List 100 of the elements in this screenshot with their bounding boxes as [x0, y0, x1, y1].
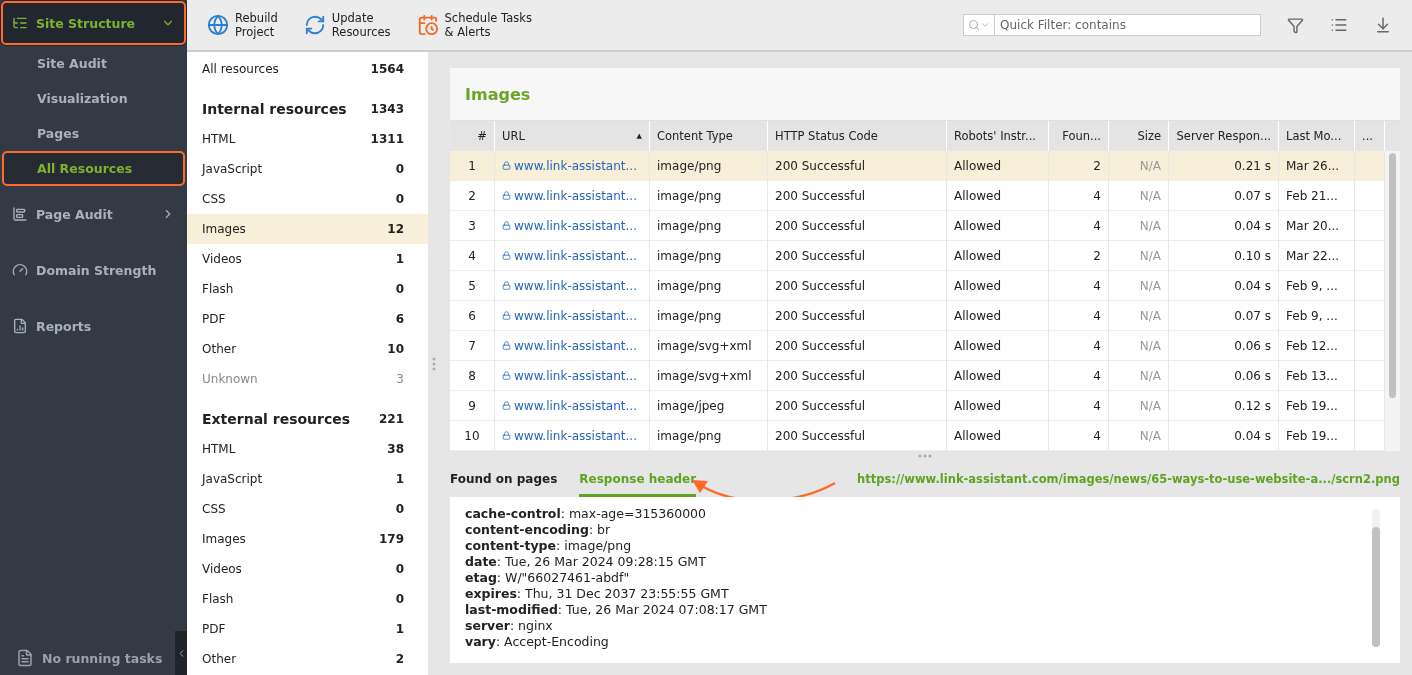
table-cell: Allowed — [947, 181, 1049, 211]
table-cell: Allowed — [947, 361, 1049, 391]
sidebar-item[interactable]: Domain Strength — [0, 242, 187, 298]
column-header[interactable]: Size — [1109, 121, 1169, 151]
splitter-grip-icon[interactable] — [432, 356, 436, 371]
resource-row[interactable]: Flash 0 — [187, 584, 428, 614]
table-cell: 0.21 s — [1169, 151, 1279, 181]
table-cell: 200 Successful — [768, 271, 947, 301]
table-cell: 0.04 s — [1169, 421, 1279, 451]
lock-icon — [502, 401, 511, 410]
toolbar-button[interactable]: Schedule Tasks & Alerts — [416, 11, 532, 39]
resource-row[interactable]: Other 2 — [187, 644, 428, 674]
tab[interactable]: Found on pages — [450, 461, 558, 497]
column-header[interactable]: # — [450, 121, 495, 151]
download-icon[interactable] — [1374, 16, 1392, 34]
sidebar-item[interactable]: Site Audit — [2, 46, 185, 81]
table-cell: 4 — [1049, 181, 1109, 211]
resource-row[interactable]: Videos 0 — [187, 554, 428, 584]
header-line: last-modified: Tue, 26 Mar 2024 07:08:17 GMT — [465, 602, 768, 618]
resource-row[interactable]: PDF 1 — [187, 614, 428, 644]
table-cell: Allowed — [947, 421, 1049, 451]
lock-icon — [502, 431, 511, 440]
resource-row[interactable]: CSS 0 — [187, 184, 428, 214]
table-cell: Allowed — [947, 241, 1049, 271]
url-link[interactable]: www.link-assistant... — [495, 421, 650, 451]
panel-title: Images — [450, 68, 1400, 121]
resource-row[interactable]: HTML 1311 — [187, 124, 428, 154]
quick-filter-field[interactable]: Quick Filter: contains — [995, 14, 1261, 36]
sidebar-item[interactable]: Site Structure — [0, 0, 187, 46]
resource-row[interactable]: Other 10 — [187, 334, 428, 364]
table-cell: Feb 9, ... — [1279, 301, 1355, 331]
header-line: vary: Accept-Encoding — [465, 634, 610, 650]
column-header[interactable]: ... — [1355, 121, 1385, 151]
resource-row[interactable]: HTML 38 — [187, 434, 428, 464]
column-header[interactable]: HTTP Status Code — [768, 121, 947, 151]
header-line: content-type: image/png — [465, 538, 633, 554]
column-header[interactable]: Foun... — [1049, 121, 1109, 151]
header-line: expires: Thu, 31 Dec 2037 23:55:55 GMT — [465, 586, 730, 602]
url-link[interactable]: www.link-assistant... — [495, 241, 650, 271]
url-link[interactable]: www.link-assistant... — [495, 181, 650, 211]
table-cell: 0.07 s — [1169, 181, 1279, 211]
header-line: etag: W/"66027461-abdf" — [465, 570, 631, 586]
column-header[interactable]: Robots' Instr... — [947, 121, 1049, 151]
table-cell: Mar 22... — [1279, 241, 1355, 271]
resource-row[interactable]: CSS 0 — [187, 494, 428, 524]
resource-row[interactable]: Images 12 — [187, 214, 428, 244]
scrollbar-thumb[interactable] — [1389, 153, 1396, 398]
resource-row[interactable]: Flash 0 — [187, 274, 428, 304]
sidebar-item[interactable]: Visualization — [2, 81, 185, 116]
lock-icon — [502, 221, 511, 230]
header-line: date: Tue, 26 Mar 2024 09:28:15 GMT — [465, 554, 707, 570]
url-link[interactable]: www.link-assistant... — [495, 331, 650, 361]
table-cell: 200 Successful — [768, 331, 947, 361]
lock-icon — [502, 191, 511, 200]
table-cell: 0.06 s — [1169, 331, 1279, 361]
table-cell: 0.12 s — [1169, 391, 1279, 421]
tasks-icon — [16, 649, 34, 667]
list-icon[interactable] — [1330, 16, 1348, 34]
resource-row[interactable]: Images 179 — [187, 524, 428, 554]
resize-grip-icon[interactable] — [918, 454, 932, 458]
table-cell: 2 — [1049, 151, 1109, 181]
table-cell: 5 — [450, 271, 495, 301]
url-link[interactable]: www.link-assistant... — [495, 271, 650, 301]
toolbar-button[interactable]: Update Resources — [303, 11, 391, 39]
table-cell — [1355, 151, 1385, 181]
scrollbar[interactable] — [1385, 151, 1400, 451]
status-text: No running tasks — [42, 650, 163, 666]
sidebar-item[interactable]: Pages — [2, 116, 185, 151]
table-cell: 4 — [450, 241, 495, 271]
resource-row[interactable]: All resources 1564 — [187, 54, 428, 84]
column-header[interactable]: Content Type — [650, 121, 768, 151]
url-link[interactable]: www.link-assistant... — [495, 361, 650, 391]
sidebar-item[interactable]: Page Audit — [0, 186, 187, 242]
table-cell — [1355, 211, 1385, 241]
resource-row[interactable]: Videos 1 — [187, 244, 428, 274]
resource-row[interactable]: JavaScript 1 — [187, 464, 428, 494]
table-cell: 4 — [1049, 211, 1109, 241]
resource-row[interactable]: PDF 6 — [187, 304, 428, 334]
column-header[interactable]: Server Respon... — [1169, 121, 1279, 151]
sidebar-item[interactable]: Reports — [0, 298, 187, 354]
table-cell: Feb 12... — [1279, 331, 1355, 361]
url-link[interactable]: www.link-assistant... — [495, 391, 650, 421]
toolbar-button[interactable]: Rebuild Project — [207, 11, 278, 39]
table-cell: Mar 26... — [1279, 151, 1355, 181]
resource-row[interactable]: Unknown 3 — [187, 364, 428, 394]
column-header[interactable]: Last Mo... — [1279, 121, 1355, 151]
collapse-button[interactable] — [175, 631, 187, 675]
table-cell: Feb 9, ... — [1279, 271, 1355, 301]
search-dropdown[interactable] — [963, 14, 995, 36]
url-link[interactable]: www.link-assistant... — [495, 211, 650, 241]
sidebar-item[interactable]: All Resources — [2, 151, 185, 186]
table-cell: Allowed — [947, 391, 1049, 421]
table-cell: 4 — [1049, 331, 1109, 361]
url-link[interactable]: www.link-assistant... — [495, 151, 650, 181]
filter-icon[interactable] — [1287, 16, 1304, 34]
url-link[interactable]: www.link-assistant... — [495, 301, 650, 331]
table-cell: 200 Successful — [768, 211, 947, 241]
table-cell: N/A — [1109, 361, 1169, 391]
resource-row[interactable]: JavaScript 0 — [187, 154, 428, 184]
table-cell: image/png — [650, 301, 768, 331]
